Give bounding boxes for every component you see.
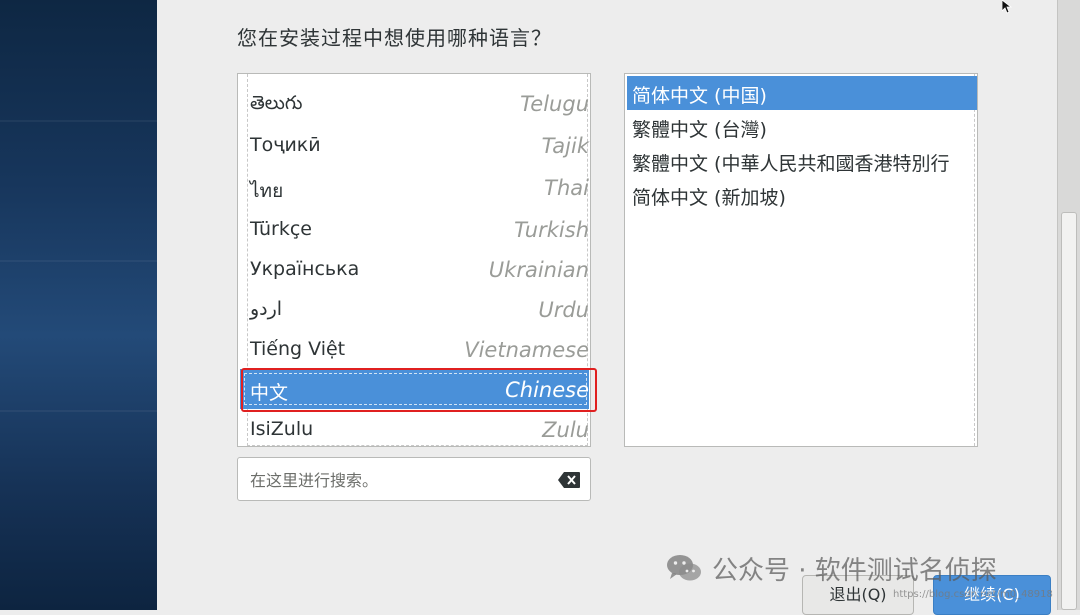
- language-english-name: Zulu: [542, 418, 589, 442]
- language-row-zulu[interactable]: IsiZulu Zulu: [240, 409, 589, 446]
- language-row-ukrainian[interactable]: Українська Ukrainian: [240, 249, 589, 289]
- selection-highlight-box: [241, 368, 597, 412]
- language-native-name: Тоҷикӣ: [250, 134, 321, 156]
- locale-label: 繁體中文 (台灣): [632, 119, 767, 141]
- locale-row-zh-cn[interactable]: 简体中文 (中国): [627, 76, 977, 110]
- welcome-spoke: 您在安装过程中想使用哪种语言？ తెలుగు Telugu Тоҷикӣ Taj…: [157, 0, 1057, 615]
- locale-list[interactable]: 简体中文 (中国) 繁體中文 (台灣) 繁體中文 (中華人民共和國香港特別行 简…: [624, 73, 978, 447]
- language-english-name: Vietnamese: [464, 338, 589, 362]
- watermark-url: https://blog.csdn.net/m0_48918: [893, 589, 1053, 600]
- language-native-name: IsiZulu: [250, 418, 314, 440]
- locale-row-zh-sg[interactable]: 简体中文 (新加坡): [627, 178, 977, 212]
- locale-label: 简体中文 (新加坡): [632, 187, 786, 209]
- language-native-name: Türkçe: [250, 218, 312, 240]
- watermark-text: 公众号 · 软件测试名侦探: [712, 555, 997, 586]
- language-row-thai[interactable]: ไทย Thai: [240, 167, 589, 207]
- language-english-name: Ukrainian: [488, 258, 589, 282]
- language-english-name: Thai: [544, 176, 589, 200]
- wechat-watermark: 公众号 · 软件测试名侦探: [666, 548, 997, 588]
- language-native-name: Tiếng Việt: [250, 338, 346, 360]
- language-english-name: Telugu: [520, 92, 589, 116]
- language-native-name: ไทย: [250, 180, 284, 202]
- language-row-tajik[interactable]: Тоҷикӣ Tajik: [240, 125, 589, 165]
- scrollbar[interactable]: [1057, 0, 1080, 610]
- language-english-name: Urdu: [538, 298, 589, 322]
- scrollbar-thumb[interactable]: [1061, 212, 1077, 610]
- mouse-cursor-icon: [1002, 0, 1012, 14]
- language-row-turkish[interactable]: Türkçe Turkish: [240, 209, 589, 249]
- language-native-name: Українська: [250, 258, 360, 280]
- locale-label: 繁體中文 (中華人民共和國香港特別行: [632, 153, 950, 175]
- language-question: 您在安装过程中想使用哪种语言？: [237, 26, 552, 50]
- language-row-telugu[interactable]: తెలుగు Telugu: [240, 83, 589, 123]
- language-row-vietnamese[interactable]: Tiếng Việt Vietnamese: [240, 329, 589, 369]
- wechat-icon: [667, 555, 701, 581]
- locale-label: 简体中文 (中国): [632, 85, 767, 107]
- locale-row-zh-tw[interactable]: 繁體中文 (台灣): [627, 110, 977, 144]
- language-search-field[interactable]: [237, 457, 591, 501]
- language-english-name: Tajik: [541, 134, 589, 158]
- language-native-name: اردو: [250, 298, 283, 320]
- installer-sidebar: [0, 0, 157, 610]
- language-english-name: Turkish: [514, 218, 589, 242]
- locale-row-zh-hk[interactable]: 繁體中文 (中華人民共和國香港特別行: [627, 144, 977, 178]
- clear-text-icon[interactable]: [558, 472, 580, 488]
- language-native-name: తెలుగు: [250, 92, 303, 114]
- search-input[interactable]: [248, 464, 552, 496]
- language-row-urdu[interactable]: اردو Urdu: [240, 289, 589, 329]
